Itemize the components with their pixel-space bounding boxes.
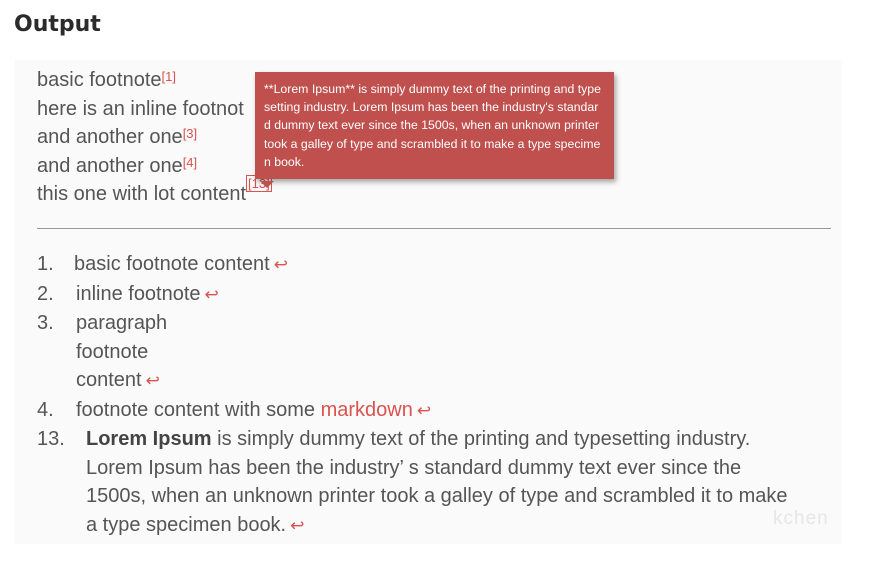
footnote-tooltip: **Lorem Ipsum** is simply dummy text of …	[255, 72, 614, 180]
footnote-references: basic footnote[1] here is an inline foot…	[37, 66, 272, 209]
footnote-text-line: paragraph	[76, 312, 168, 334]
tooltip-arrow	[260, 181, 274, 188]
backref-icon[interactable]: ↩	[417, 401, 431, 420]
footnote-bold-text: Lorem Ipsum	[86, 428, 212, 450]
backref-icon[interactable]: ↩	[290, 516, 304, 535]
backref-icon[interactable]: ↩	[146, 371, 160, 390]
footnote-number: 3.	[37, 312, 54, 334]
footnote-ref-3[interactable]: [3]	[183, 126, 197, 141]
footnote-ref-1[interactable]: [1]	[162, 69, 176, 84]
footnote-text-line: is simply dummy text of the printing and…	[211, 428, 751, 450]
footnote-number: 2.	[37, 282, 54, 305]
line-5-text: this one with lot content	[37, 183, 247, 206]
footnote-item-3: 3. paragraph footnote content ↩	[37, 309, 788, 396]
footnote-item-2: 2. inline footnote ↩	[37, 280, 788, 310]
footnote-item-13: 13. Lorem Ipsum is simply dummy text of …	[37, 425, 788, 540]
footnote-ref-4[interactable]: [4]	[183, 155, 197, 170]
footnotes-divider	[37, 228, 831, 229]
watermark: kchen	[773, 508, 829, 529]
footnote-text-line: 1500s, when an unknown printer took a ga…	[86, 485, 788, 507]
footnote-text: inline footnote	[76, 282, 201, 305]
line-4-text: and another one	[37, 154, 183, 177]
markdown-link[interactable]: markdown	[321, 399, 413, 421]
text-line-1: basic footnote[1]	[37, 66, 272, 95]
text-line-2: here is an inline footnot	[37, 95, 272, 124]
output-panel: basic footnote[1] here is an inline foot…	[15, 60, 842, 544]
footnote-text-line: footnote	[76, 340, 149, 363]
footnote-number: 13.	[37, 428, 65, 450]
line-2-text: here is an inline footnot	[37, 97, 244, 120]
line-3-text: and another one	[37, 126, 183, 149]
text-line-5: this one with lot content [13]	[37, 175, 272, 209]
backref-icon[interactable]: ↩	[274, 255, 288, 274]
footnote-text-line: Lorem Ipsum has been the industry’ s sta…	[86, 456, 742, 479]
footnote-text: basic footnote content	[74, 253, 270, 275]
footnote-number: 1.	[37, 253, 54, 275]
footnote-item-1: 1. basic footnote content ↩	[37, 250, 788, 280]
footnote-list: 1. basic footnote content ↩ 2. inline foo…	[37, 250, 788, 540]
text-line-4: and another one[4]	[37, 152, 272, 181]
page-title: Output	[14, 12, 101, 37]
footnote-text-line: a type specimen book.	[86, 513, 287, 536]
footnote-text-line: content	[76, 369, 142, 391]
footnote-item-4: 4. footnote content with some markdown ↩	[37, 396, 788, 426]
line-1-text: basic footnote	[37, 69, 162, 91]
text-line-3: and another one[3]	[37, 123, 272, 152]
backref-icon[interactable]: ↩	[205, 285, 219, 304]
footnote-text: footnote content with some	[76, 398, 316, 421]
footnote-number: 4.	[37, 398, 54, 421]
